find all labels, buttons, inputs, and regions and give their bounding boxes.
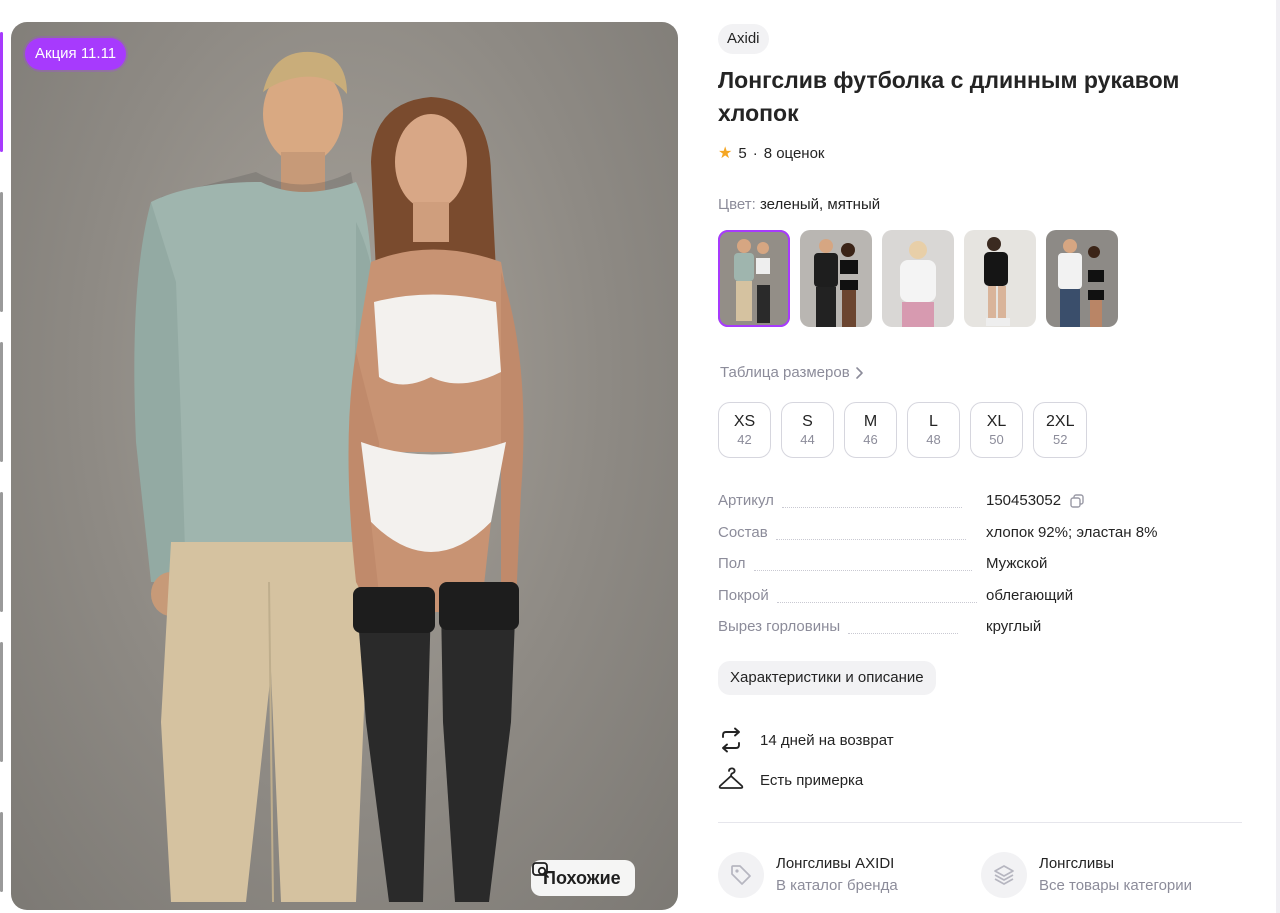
spec-value: хлопок 92%; эластан 8% — [986, 523, 1158, 541]
swatch-thumbnail — [1046, 230, 1118, 327]
spec-key: Состав — [718, 523, 768, 541]
color-swatch-black[interactable] — [800, 230, 872, 327]
thumbnail-edge[interactable] — [0, 812, 3, 892]
spec-key: Артикул — [718, 492, 774, 509]
feature-returns: 14 дней на возврат — [718, 727, 894, 753]
thumbnail-strip-edge — [0, 22, 3, 902]
size-label: S — [802, 413, 813, 430]
size-label: M — [863, 413, 878, 430]
spec-row-neckline: Вырез горловины круглый — [718, 618, 1238, 650]
color-label: Цвет: — [718, 196, 756, 213]
spec-value: круглый — [986, 618, 1042, 635]
size-ru-label: 48 — [926, 432, 941, 447]
search-image-icon — [532, 862, 549, 878]
article-number[interactable]: 150453052 — [986, 492, 1061, 509]
thumbnail-edge[interactable] — [0, 192, 3, 312]
male-model — [134, 51, 384, 903]
size-table-link[interactable]: Таблица размеров — [720, 364, 866, 381]
characteristics-description-button[interactable]: Характеристики и описание — [718, 661, 936, 695]
swatch-thumbnail — [882, 230, 954, 327]
size-ru-label: 46 — [863, 432, 878, 447]
spec-dots — [776, 601, 977, 603]
similar-items-label: Похожие — [543, 867, 621, 888]
size-label: 2XL — [1046, 413, 1075, 430]
page-scroll-edge — [1276, 0, 1280, 913]
feature-fitting: Есть примерка — [718, 767, 863, 793]
category-link[interactable]: Лонгсливы Все товары категории — [981, 852, 1192, 898]
spec-dots — [753, 570, 972, 572]
product-specs: Артикул 150453052 Состав хлопок 92%; эла… — [718, 492, 1238, 650]
link-subtitle: В каталог бренда — [776, 877, 898, 894]
spec-dots — [775, 538, 966, 540]
size-selector: XS 42 S 44 M 46 L 48 XL 50 2XL 52 — [718, 402, 1088, 458]
size-option-m[interactable]: M 46 — [844, 402, 897, 458]
swatch-thumbnail — [718, 230, 790, 327]
spec-value: Мужской — [986, 555, 1048, 572]
feature-text: Есть примерка — [760, 771, 864, 789]
brand-catalog-link[interactable]: Лонгсливы AXIDI В каталог бренда — [718, 852, 898, 898]
rating-summary[interactable]: ★ 5 · 8 оценок — [718, 143, 825, 163]
spec-dots — [848, 633, 959, 635]
color-selection-label: Цвет: зеленый, мятный — [718, 196, 880, 213]
link-subtitle: Все товары категории — [1039, 877, 1193, 894]
color-swatch-white[interactable] — [1046, 230, 1118, 327]
product-photo-illustration — [134, 51, 524, 903]
female-model — [348, 97, 524, 902]
spec-row-fit: Покрой облегающий — [718, 587, 1238, 619]
size-label: L — [929, 413, 938, 430]
color-value: зеленый, мятный — [759, 196, 881, 213]
brand-chip[interactable]: Axidi — [718, 24, 769, 54]
size-ru-label: 42 — [737, 432, 752, 447]
spec-dots — [781, 507, 962, 509]
link-title: Лонгсливы AXIDI — [776, 855, 895, 872]
size-ru-label: 44 — [800, 432, 815, 447]
spec-row-gender: Пол Мужской — [718, 555, 1238, 587]
size-ru-label: 50 — [989, 432, 1004, 447]
size-ru-label: 52 — [1053, 432, 1068, 447]
spec-key: Покрой — [718, 586, 769, 604]
spec-row-article: Артикул 150453052 — [718, 492, 1238, 524]
thumbnail-edge[interactable] — [0, 492, 3, 612]
spec-value: облегающий — [986, 586, 1074, 604]
swatch-thumbnail — [800, 230, 872, 327]
spec-value: 150453052 — [986, 492, 1085, 509]
tag-icon — [718, 852, 764, 898]
color-swatch-black-white[interactable] — [964, 230, 1036, 327]
size-option-xs[interactable]: XS 42 — [718, 402, 771, 458]
star-icon: ★ — [718, 145, 733, 162]
layers-icon — [981, 852, 1027, 898]
similar-items-button[interactable]: Похожие — [531, 860, 635, 896]
size-option-xl[interactable]: XL 50 — [970, 402, 1023, 458]
return-arrows-icon — [722, 727, 740, 753]
size-table-label: Таблица размеров — [720, 364, 850, 381]
section-divider — [718, 822, 1242, 823]
thumbnail-edge[interactable] — [0, 342, 3, 462]
promo-badge: Акция 11.11 — [25, 38, 127, 70]
thumbnail-edge[interactable] — [0, 642, 3, 762]
size-label: XS — [733, 413, 756, 430]
hanger-icon — [718, 767, 744, 789]
spec-key: Пол — [718, 555, 746, 572]
chevron-right-icon — [855, 366, 863, 379]
thumbnail-active-indicator — [0, 32, 3, 152]
color-swatch-mint-green[interactable] — [718, 230, 790, 327]
rating-separator: · — [752, 144, 758, 162]
spec-row-composition: Состав хлопок 92%; эластан 8% — [718, 524, 1238, 556]
copy-icon[interactable] — [1069, 493, 1085, 509]
rating-value: 5 — [738, 144, 747, 162]
size-option-l[interactable]: L 48 — [907, 402, 960, 458]
size-label: XL — [986, 413, 1007, 430]
size-option-s[interactable]: S 44 — [781, 402, 834, 458]
link-title: Лонгсливы — [1039, 855, 1114, 872]
color-swatches — [718, 230, 1118, 327]
feature-text: 14 дней на возврат — [760, 731, 894, 749]
reviews-count: 8 оценок — [763, 144, 825, 162]
product-title: Лонгслив футболка с длинным рукавом хлоп… — [718, 67, 1180, 126]
size-option-2xl[interactable]: 2XL 52 — [1033, 402, 1088, 458]
color-swatch-white-pink[interactable] — [882, 230, 954, 327]
swatch-thumbnail — [964, 230, 1036, 327]
spec-key: Вырез горловины — [718, 618, 841, 635]
product-main-image[interactable]: Акция 11.11 Похожие — [11, 22, 678, 910]
